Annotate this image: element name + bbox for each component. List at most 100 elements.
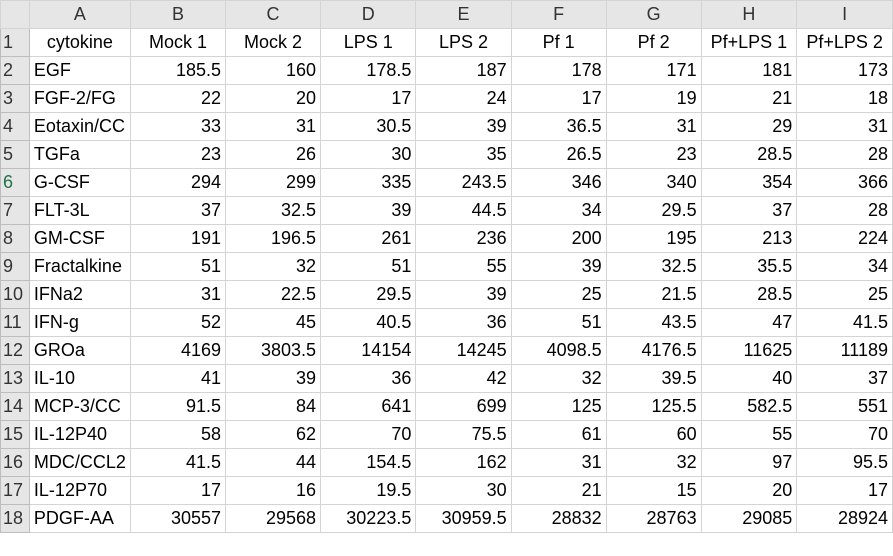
cell-h12[interactable]: 11625 bbox=[700, 336, 798, 365]
cell-i18[interactable]: 28924 bbox=[796, 504, 893, 533]
cell-i14[interactable]: 551 bbox=[796, 392, 893, 421]
cell-a12[interactable]: GROa bbox=[28, 336, 131, 365]
cell-f18[interactable]: 28832 bbox=[510, 504, 607, 533]
column-header-b[interactable]: B bbox=[129, 0, 227, 29]
cell-h10[interactable]: 28.5 bbox=[700, 280, 798, 309]
row-header-8[interactable]: 8 bbox=[0, 224, 30, 253]
cell-e6[interactable]: 243.5 bbox=[415, 168, 512, 197]
cell-b13[interactable]: 41 bbox=[129, 364, 227, 393]
cell-a9[interactable]: Fractalkine bbox=[28, 252, 131, 281]
cell-h3[interactable]: 21 bbox=[700, 84, 798, 113]
row-header-12[interactable]: 12 bbox=[0, 336, 30, 365]
cell-g18[interactable]: 28763 bbox=[605, 504, 702, 533]
cell-e15[interactable]: 75.5 bbox=[415, 420, 512, 449]
cell-e2[interactable]: 187 bbox=[415, 56, 512, 85]
cell-c16[interactable]: 44 bbox=[224, 448, 322, 477]
cell-c14[interactable]: 84 bbox=[224, 392, 322, 421]
cell-h1[interactable]: Pf+LPS 1 bbox=[700, 28, 798, 57]
cell-b16[interactable]: 41.5 bbox=[129, 448, 227, 477]
cell-a4[interactable]: Eotaxin/CC bbox=[28, 112, 131, 141]
cell-a5[interactable]: TGFa bbox=[28, 140, 131, 169]
cell-c10[interactable]: 22.5 bbox=[224, 280, 322, 309]
cell-i5[interactable]: 28 bbox=[796, 140, 893, 169]
cell-c8[interactable]: 196.5 bbox=[224, 224, 322, 253]
cell-e5[interactable]: 35 bbox=[415, 140, 512, 169]
cell-c17[interactable]: 16 bbox=[224, 476, 322, 505]
row-header-1[interactable]: 1 bbox=[0, 28, 30, 57]
column-header-f[interactable]: F bbox=[510, 0, 607, 29]
cell-f8[interactable]: 200 bbox=[510, 224, 607, 253]
cell-d18[interactable]: 30223.5 bbox=[320, 504, 417, 533]
cell-b7[interactable]: 37 bbox=[129, 196, 227, 225]
column-header-i[interactable]: I bbox=[796, 0, 893, 29]
cell-d10[interactable]: 29.5 bbox=[320, 280, 417, 309]
cell-h14[interactable]: 582.5 bbox=[700, 392, 798, 421]
cell-b18[interactable]: 30557 bbox=[129, 504, 227, 533]
cell-h18[interactable]: 29085 bbox=[700, 504, 798, 533]
cell-c5[interactable]: 26 bbox=[224, 140, 322, 169]
cell-e10[interactable]: 39 bbox=[415, 280, 512, 309]
cell-d12[interactable]: 14154 bbox=[320, 336, 417, 365]
cell-i4[interactable]: 31 bbox=[796, 112, 893, 141]
cell-e18[interactable]: 30959.5 bbox=[415, 504, 512, 533]
cell-b11[interactable]: 52 bbox=[129, 308, 227, 337]
cell-a6[interactable]: G-CSF bbox=[28, 168, 131, 197]
cell-i2[interactable]: 173 bbox=[796, 56, 893, 85]
cell-d4[interactable]: 30.5 bbox=[320, 112, 417, 141]
cell-b15[interactable]: 58 bbox=[129, 420, 227, 449]
cell-h16[interactable]: 97 bbox=[700, 448, 798, 477]
row-header-16[interactable]: 16 bbox=[0, 448, 30, 477]
cell-i6[interactable]: 366 bbox=[796, 168, 893, 197]
cell-i16[interactable]: 95.5 bbox=[796, 448, 893, 477]
cell-f12[interactable]: 4098.5 bbox=[510, 336, 607, 365]
cell-g2[interactable]: 171 bbox=[605, 56, 702, 85]
cell-b14[interactable]: 91.5 bbox=[129, 392, 227, 421]
cell-h7[interactable]: 37 bbox=[700, 196, 798, 225]
cell-a15[interactable]: IL-12P40 bbox=[28, 420, 131, 449]
cell-g11[interactable]: 43.5 bbox=[605, 308, 702, 337]
cell-a1[interactable]: cytokine bbox=[28, 28, 131, 57]
cell-g15[interactable]: 60 bbox=[605, 420, 702, 449]
cell-a14[interactable]: MCP-3/CC bbox=[28, 392, 131, 421]
cell-d9[interactable]: 51 bbox=[320, 252, 417, 281]
cell-f13[interactable]: 32 bbox=[510, 364, 607, 393]
cell-h8[interactable]: 213 bbox=[700, 224, 798, 253]
cell-e17[interactable]: 30 bbox=[415, 476, 512, 505]
cell-g8[interactable]: 195 bbox=[605, 224, 702, 253]
cell-d3[interactable]: 17 bbox=[320, 84, 417, 113]
cell-d16[interactable]: 154.5 bbox=[320, 448, 417, 477]
cell-e9[interactable]: 55 bbox=[415, 252, 512, 281]
cell-g3[interactable]: 19 bbox=[605, 84, 702, 113]
cell-e16[interactable]: 162 bbox=[415, 448, 512, 477]
cell-i1[interactable]: Pf+LPS 2 bbox=[796, 28, 893, 57]
column-header-g[interactable]: G bbox=[605, 0, 702, 29]
row-header-6[interactable]: 6 bbox=[0, 168, 30, 197]
cell-g1[interactable]: Pf 2 bbox=[605, 28, 702, 57]
cell-f5[interactable]: 26.5 bbox=[510, 140, 607, 169]
cell-d13[interactable]: 36 bbox=[320, 364, 417, 393]
cell-i17[interactable]: 17 bbox=[796, 476, 893, 505]
cell-g5[interactable]: 23 bbox=[605, 140, 702, 169]
cell-c3[interactable]: 20 bbox=[224, 84, 322, 113]
cell-i7[interactable]: 28 bbox=[796, 196, 893, 225]
cell-g14[interactable]: 125.5 bbox=[605, 392, 702, 421]
cell-d2[interactable]: 178.5 bbox=[320, 56, 417, 85]
cell-d14[interactable]: 641 bbox=[320, 392, 417, 421]
cell-i12[interactable]: 11189 bbox=[796, 336, 893, 365]
row-header-3[interactable]: 3 bbox=[0, 84, 30, 113]
cell-e14[interactable]: 699 bbox=[415, 392, 512, 421]
cell-f17[interactable]: 21 bbox=[510, 476, 607, 505]
cell-a3[interactable]: FGF-2/FG bbox=[28, 84, 131, 113]
cell-a10[interactable]: IFNa2 bbox=[28, 280, 131, 309]
cell-a7[interactable]: FLT-3L bbox=[28, 196, 131, 225]
cell-c12[interactable]: 3803.5 bbox=[224, 336, 322, 365]
cell-h5[interactable]: 28.5 bbox=[700, 140, 798, 169]
cell-c9[interactable]: 32 bbox=[224, 252, 322, 281]
row-header-15[interactable]: 15 bbox=[0, 420, 30, 449]
cell-b9[interactable]: 51 bbox=[129, 252, 227, 281]
row-header-5[interactable]: 5 bbox=[0, 140, 30, 169]
row-header-13[interactable]: 13 bbox=[0, 364, 30, 393]
cell-b8[interactable]: 191 bbox=[129, 224, 227, 253]
cell-d1[interactable]: LPS 1 bbox=[320, 28, 417, 57]
cell-a2[interactable]: EGF bbox=[28, 56, 131, 85]
